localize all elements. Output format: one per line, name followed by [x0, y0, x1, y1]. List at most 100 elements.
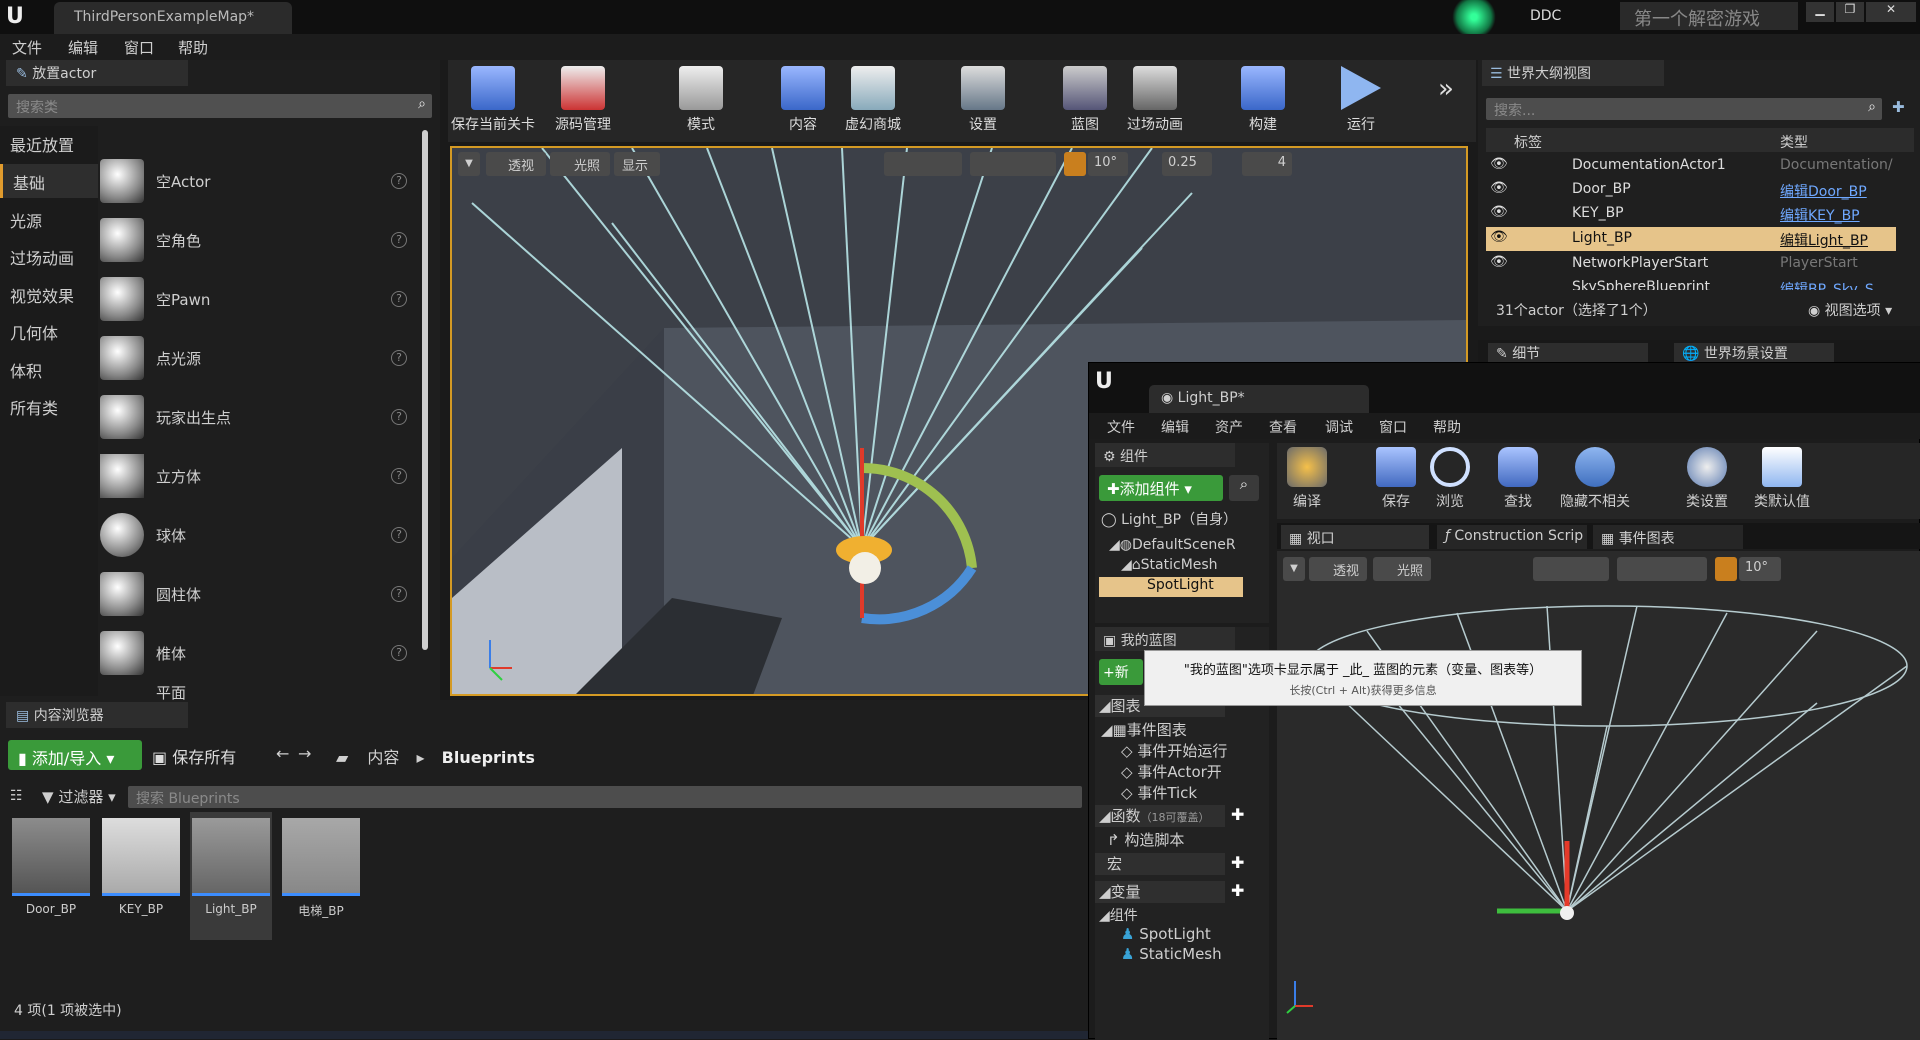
save-button[interactable]: 保存 — [1371, 447, 1421, 511]
add-macro-icon[interactable]: ✚ — [1231, 853, 1244, 872]
component-static-mesh[interactable]: ◢⌂StaticMesh — [1121, 557, 1218, 573]
place-item-empty-pawn[interactable]: 空Pawn? — [100, 272, 415, 326]
asset-key-bp[interactable]: KEY_BP — [100, 818, 182, 916]
find-button[interactable]: 查找 — [1493, 447, 1543, 511]
visibility-eye-icon[interactable]: 👁 — [1490, 180, 1508, 196]
asset-search[interactable]: 搜索 Blueprints — [128, 786, 1082, 808]
place-item-player-start[interactable]: 玩家出生点? — [100, 390, 415, 444]
camera-speed-value[interactable]: 4 — [1242, 152, 1292, 176]
content-browser-tab[interactable]: ▤ 内容浏览器 — [6, 702, 188, 728]
modes-button[interactable]: 模式 — [656, 60, 746, 138]
browse-button[interactable]: 浏览 — [1425, 447, 1475, 511]
bp-transform-tools[interactable] — [1533, 557, 1609, 581]
variables-section[interactable]: ◢变量 — [1095, 881, 1225, 903]
edit-blueprint-link[interactable]: 编辑KEY_BP — [1780, 205, 1860, 225]
tab-construction-script[interactable]: ƒ Construction Scrip — [1437, 525, 1587, 549]
marketplace-button[interactable]: 虚幻商城 — [828, 60, 918, 138]
menu-file[interactable]: 文件 — [12, 37, 42, 58]
category-basic[interactable]: 基础 — [0, 164, 98, 198]
add-folder-icon[interactable]: ✚ — [1892, 98, 1905, 116]
event-begin-play[interactable]: ◇ 事件开始运行 — [1121, 740, 1227, 761]
asset-door-bp[interactable]: Door_BP — [10, 818, 92, 916]
bp-menu-debug[interactable]: 调试 — [1325, 417, 1353, 437]
cinematics-button[interactable]: 过场动画 — [1110, 60, 1200, 138]
category-all-classes[interactable]: 所有类 — [0, 389, 98, 423]
outliner-row[interactable]: 👁 DocumentationActor1 Documentation/ — [1486, 154, 1896, 178]
hide-unrelated-button[interactable]: 隐藏不相关 — [1553, 447, 1637, 511]
view-options-button[interactable]: ◉ 视图选项 ▾ — [1808, 300, 1892, 320]
bp-menu-help[interactable]: 帮助 — [1433, 417, 1461, 437]
functions-section[interactable]: ◢函数（18可覆盖） — [1095, 805, 1225, 827]
outliner-row[interactable]: 👁 KEY_BP 编辑KEY_BP — [1486, 202, 1896, 226]
bp-lit-dropdown[interactable]: 光照 — [1373, 557, 1431, 581]
macros-section[interactable]: 宏 — [1095, 853, 1225, 875]
viewport-options-dropdown[interactable]: ▼ — [458, 152, 480, 176]
minimize-button[interactable]: ▁ — [1806, 2, 1834, 22]
place-item-point-light[interactable]: 点光源? — [100, 331, 415, 385]
components-tab[interactable]: ⚙ 组件 — [1095, 443, 1235, 467]
outliner-row-selected[interactable]: 👁 Light_BP 编辑Light_BP — [1486, 227, 1896, 251]
bp-angle-snap-value[interactable]: 10° — [1739, 557, 1781, 581]
bp-angle-snap-toggle[interactable] — [1715, 557, 1737, 581]
breadcrumb-blueprints[interactable]: Blueprints — [442, 748, 535, 767]
bp-menu-asset[interactable]: 资产 — [1215, 417, 1243, 437]
place-item-plane[interactable]: 平面 — [100, 685, 415, 700]
tab-event-graph[interactable]: ▦ 事件图表 — [1593, 525, 1743, 549]
filter-button[interactable]: ▼ 过滤器 ▾ — [42, 786, 116, 807]
angle-snap-value[interactable]: 10° — [1088, 152, 1128, 176]
perspective-dropdown[interactable]: 透视 — [486, 152, 546, 176]
toolbar-overflow-icon[interactable]: » — [1438, 74, 1454, 104]
column-type-header[interactable]: 类型 — [1780, 132, 1808, 152]
edit-blueprint-link[interactable]: 编辑Door_BP — [1780, 181, 1867, 201]
bp-menu-edit[interactable]: 编辑 — [1161, 417, 1189, 437]
help-icon[interactable]: ? — [391, 586, 407, 602]
tab-viewport[interactable]: ▦ 视口 — [1281, 525, 1429, 549]
edit-blueprint-link[interactable]: 编辑Light_BP — [1780, 230, 1868, 250]
tab-details[interactable]: ✎ 细节 — [1488, 343, 1648, 363]
place-actor-tab[interactable]: ✎ 放置actor — [6, 60, 188, 86]
bp-viewport-options-dropdown[interactable]: ▼ — [1283, 557, 1305, 581]
help-icon[interactable]: ? — [391, 468, 407, 484]
breadcrumb-content[interactable]: 内容 — [367, 748, 399, 767]
menu-edit[interactable]: 编辑 — [68, 37, 98, 58]
components-search-icon[interactable]: ⌕ — [1229, 475, 1259, 501]
help-icon[interactable]: ? — [391, 527, 407, 543]
save-all-button[interactable]: ▣ 保存所有 — [152, 744, 236, 768]
component-spotlight[interactable]: SpotLight — [1099, 577, 1243, 597]
compile-button[interactable]: 编译 — [1277, 447, 1337, 511]
visibility-eye-icon[interactable]: 👁 — [1490, 229, 1508, 245]
visibility-eye-icon[interactable]: 👁 — [1490, 254, 1508, 270]
scale-snap-value[interactable]: 0.25 — [1162, 152, 1212, 176]
add-component-button[interactable]: ✚添加组件 ▾ — [1099, 475, 1223, 501]
help-icon[interactable]: ? — [391, 173, 407, 189]
visibility-eye-icon[interactable]: 👁 — [1490, 156, 1508, 172]
source-control-button[interactable]: 源码管理 — [538, 60, 628, 138]
help-icon[interactable]: ? — [391, 409, 407, 425]
class-settings-button[interactable]: 类设置 — [1677, 447, 1737, 511]
place-actor-scrollbar[interactable] — [422, 130, 428, 650]
edit-blueprint-link[interactable]: 编辑BP_Sky_S — [1780, 279, 1874, 290]
angle-snap-toggle[interactable] — [1064, 152, 1086, 176]
variable-static-mesh[interactable]: ♟ StaticMesh — [1121, 945, 1222, 963]
variable-spotlight[interactable]: ♟ SpotLight — [1121, 925, 1211, 943]
source-control-icon[interactable] — [1448, 0, 1500, 34]
place-item-empty-actor[interactable]: 空Actor? — [100, 154, 415, 208]
add-import-button[interactable]: ▮ 添加/导入 ▾ — [8, 740, 142, 770]
menu-window[interactable]: 窗口 — [124, 37, 154, 58]
place-item-sphere[interactable]: 球体? — [100, 508, 415, 562]
construction-script-item[interactable]: ↱ 构造脚本 — [1107, 829, 1184, 850]
menu-help[interactable]: 帮助 — [178, 37, 208, 58]
show-dropdown[interactable]: 显示 — [614, 152, 660, 176]
place-item-cube[interactable]: 立方体? — [100, 449, 415, 503]
lit-dropdown[interactable]: 光照 — [550, 152, 610, 176]
outliner-row[interactable]: SkySphereBlueprint 编辑BP_Sky_S — [1486, 276, 1896, 290]
bp-menu-view[interactable]: 查看 — [1269, 417, 1297, 437]
new-button[interactable]: +新增 — [1099, 659, 1143, 685]
transform-tools[interactable] — [884, 152, 962, 176]
grid-snap-tools[interactable] — [970, 152, 1056, 176]
category-volumes[interactable]: 体积 — [0, 352, 98, 386]
help-icon[interactable]: ? — [391, 645, 407, 661]
close-button[interactable]: ✕ — [1866, 2, 1916, 22]
event-tick[interactable]: ◇ 事件Tick — [1121, 782, 1197, 803]
outliner-search[interactable]: 搜索... ⌕ — [1486, 98, 1882, 120]
